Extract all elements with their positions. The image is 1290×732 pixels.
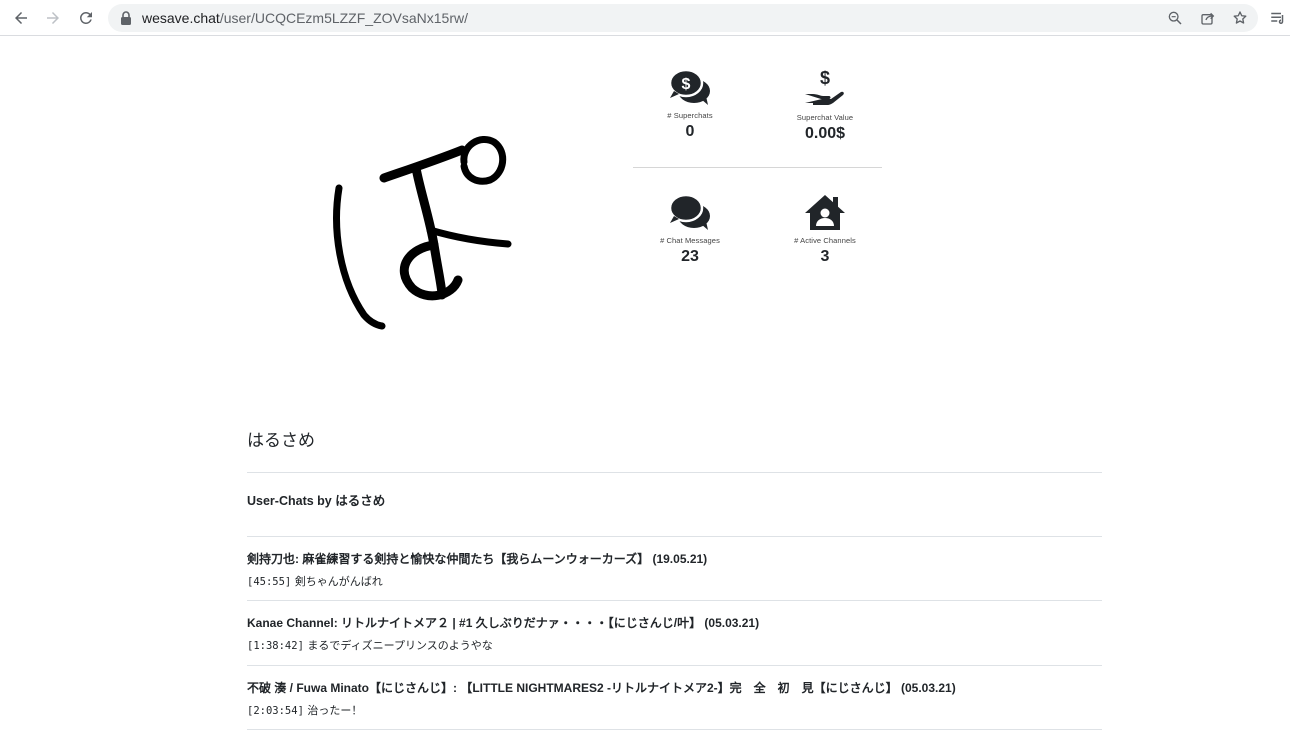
stat-value: 0.00$ (804, 125, 846, 142)
superchat-dollar-bubbles-icon: $ (668, 68, 710, 105)
house-user-icon (805, 195, 845, 230)
chat-bubbles-icon (668, 193, 710, 230)
chat-message: 剣ちゃんがんばれ (294, 575, 383, 588)
browser-toolbar: wesave.chat/user/UCQCEzm5LZZF_ZOVsaNx15r… (0, 0, 1290, 36)
lock-icon (121, 11, 131, 25)
forward-button[interactable] (41, 6, 65, 30)
chat-message-line: [1:38:42] まるでディズニープリンスのようやな (247, 637, 1102, 653)
stats-divider (633, 167, 882, 168)
reload-icon (79, 11, 92, 24)
reading-list-icon (1271, 12, 1284, 24)
stat-label: # Active Channels (794, 236, 856, 245)
stat-chat-messages: # Chat Messages 23 (625, 193, 755, 266)
url-text: wesave.chat/user/UCQCEzm5LZZF_ZOVsaNx15r… (142, 10, 468, 26)
stat-label: # Chat Messages (660, 236, 720, 245)
chat-entry: Kanae Channel: リトルナイトメア２ | #1 久しぶりだナァ・・・… (247, 614, 1102, 653)
url-domain: wesave.chat (142, 10, 220, 26)
reading-list-button[interactable] (1266, 6, 1290, 30)
divider (247, 729, 1102, 730)
user-avatar (333, 136, 512, 330)
address-bar[interactable]: wesave.chat/user/UCQCEzm5LZZF_ZOVsaNx15r… (108, 4, 1258, 32)
back-arrow-icon (15, 12, 27, 24)
stat-superchats: $ # Superchats 0 (625, 68, 755, 141)
chat-message: 治ったー！ (307, 704, 363, 717)
stat-value: 23 (681, 248, 699, 265)
url-path: /user/UCQCEzm5LZZF_ZOVsaNx15rw/ (219, 10, 468, 26)
heading-user-name: はるさめ (335, 494, 386, 508)
forward-arrow-icon (47, 12, 59, 24)
svg-text:$: $ (682, 76, 691, 93)
zoom-button[interactable] (1166, 9, 1184, 27)
share-icon (1201, 12, 1215, 25)
chat-message: まるでディズニープリンスのようやな (307, 639, 493, 652)
chat-timestamp[interactable]: [1:38:42] (247, 640, 304, 652)
stat-superchat-value: $ Superchat Value 0.00$ (760, 68, 890, 143)
divider (247, 600, 1102, 601)
chat-entry: 剣持刀也: 麻雀練習する剣持と愉快な仲間たち【我らムーンウォーカーズ】 (19.… (247, 550, 1102, 589)
stat-label: Superchat Value (796, 113, 854, 122)
divider (247, 536, 1102, 537)
user-chats-heading: User-Chats by はるさめ (247, 490, 385, 509)
stat-label: # Superchats (667, 111, 713, 120)
share-button[interactable] (1199, 9, 1217, 27)
back-button[interactable] (9, 6, 33, 30)
stat-active-channels: # Active Channels 3 (760, 193, 890, 266)
chat-timestamp[interactable]: [45:55] (247, 576, 291, 588)
hand-holding-dollar-icon: $ (805, 68, 844, 105)
zoom-icon (1168, 11, 1182, 25)
reload-button[interactable] (74, 6, 98, 30)
chat-entry: 不破 湊 / Fuwa Minato【にじさんじ】: 【LITTLE NIGHT… (247, 679, 1102, 718)
user-name: はるさめ (247, 431, 315, 451)
stat-value: 3 (820, 248, 830, 265)
star-icon (1233, 11, 1247, 24)
stat-value: 0 (685, 123, 695, 140)
chat-message-line: [2:03:54] 治ったー！ (247, 702, 1102, 718)
chat-video-title[interactable]: 剣持刀也: 麻雀練習する剣持と愉快な仲間たち【我らムーンウォーカーズ】 (19.… (247, 550, 1102, 567)
bookmark-button[interactable] (1231, 9, 1249, 27)
divider (247, 472, 1102, 473)
chat-timestamp[interactable]: [2:03:54] (247, 705, 304, 717)
chat-message-line: [45:55] 剣ちゃんがんばれ (247, 573, 1102, 589)
chat-video-title[interactable]: 不破 湊 / Fuwa Minato【にじさんじ】: 【LITTLE NIGHT… (247, 679, 1102, 696)
chat-video-title[interactable]: Kanae Channel: リトルナイトメア２ | #1 久しぶりだナァ・・・… (247, 614, 1102, 631)
divider (247, 665, 1102, 666)
heading-prefix: User-Chats by (247, 494, 336, 508)
svg-text:$: $ (820, 68, 830, 88)
